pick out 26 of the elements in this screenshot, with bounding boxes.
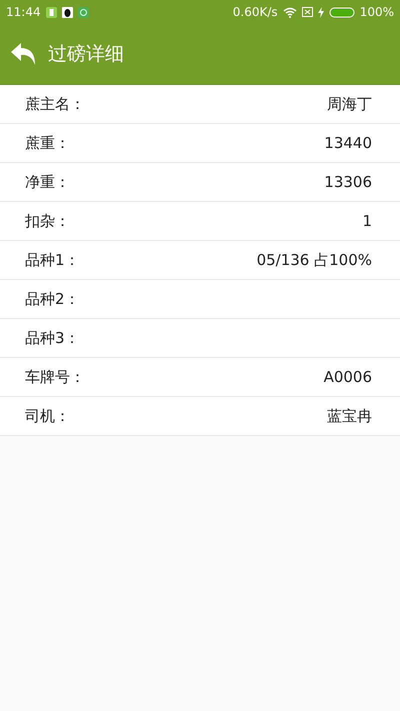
field-value: 蓝宝冉 [327,406,372,426]
field-label: 品种1： [25,250,80,270]
field-label: 扣杂： [25,212,70,230]
field-label: 净重： [25,172,70,192]
status-time: 11:44 [6,5,41,19]
charging-icon [318,6,324,18]
field-value: A0006 [324,368,372,386]
back-icon[interactable] [10,41,38,67]
network-speed: 0.60K/s [232,5,278,19]
field-label: 品种2： [25,290,80,308]
field-value: 13306 [324,173,372,191]
field-label: 司机： [25,406,70,426]
field-label: 品种3： [25,328,80,348]
battery-notification-icon [46,6,57,18]
field-value: 1 [362,212,372,230]
field-label: 车牌号： [25,368,85,386]
field-value: 05/136 占100% [256,250,372,270]
sim-icon [302,7,313,17]
field-label: 蔗重： [25,134,70,152]
page-title: 过磅详细 [48,42,124,67]
field-value: 周海丁 [327,94,372,114]
field-label: 蔗主名： [25,94,85,114]
battery-icon [328,6,355,18]
field-value: 13440 [324,134,372,152]
battery-level: 100% [360,5,394,19]
wifi-icon [282,6,297,18]
